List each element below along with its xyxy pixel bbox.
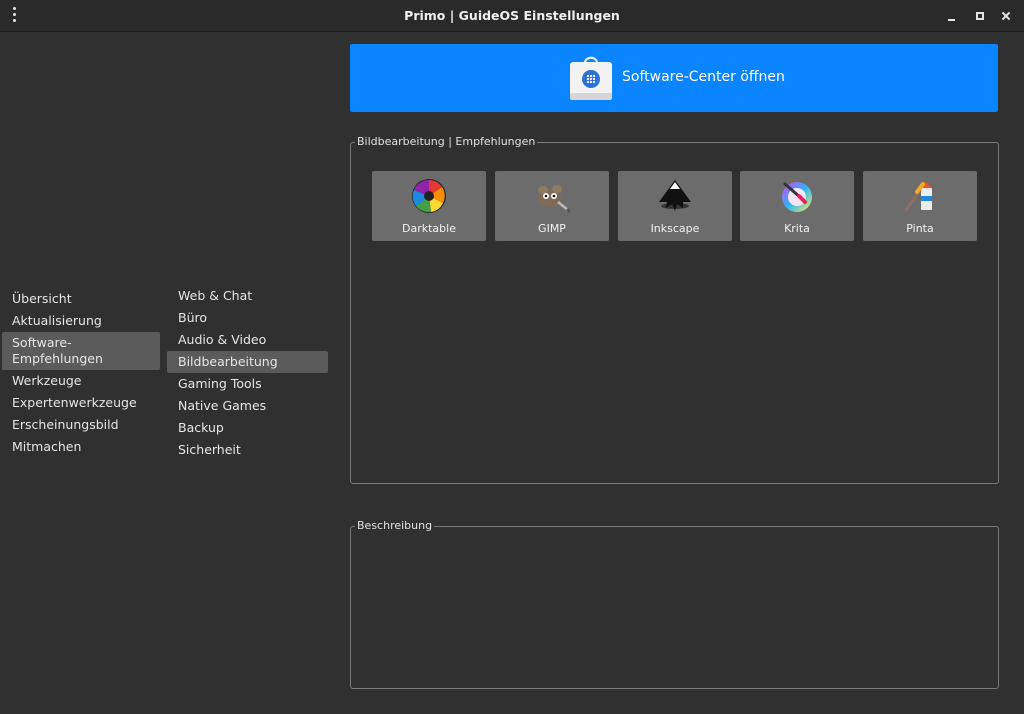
- app-label: Darktable: [402, 222, 456, 235]
- nav-item-werkzeuge[interactable]: Werkzeuge: [2, 370, 160, 392]
- description-legend: Beschreibung: [355, 519, 435, 532]
- category-audio-video[interactable]: Audio & Video: [167, 329, 328, 351]
- nav-item-uebersicht[interactable]: Übersicht: [2, 288, 160, 310]
- category-backup[interactable]: Backup: [167, 417, 328, 439]
- app-button-inkscape[interactable]: Inkscape: [618, 171, 732, 241]
- window-title: Primo | GuideOS Einstellungen: [404, 8, 620, 23]
- app-label: Pinta: [906, 222, 934, 235]
- app-button-pinta[interactable]: Pinta: [863, 171, 977, 241]
- app-button-gimp[interactable]: GIMP: [495, 171, 609, 241]
- software-center-label: Software-Center öffnen: [622, 69, 785, 85]
- category-navigation: Web & Chat Büro Audio & Video Bildbearbe…: [167, 285, 328, 461]
- software-center-button[interactable]: Software-Center öffnen: [350, 44, 998, 112]
- nav-item-mitmachen[interactable]: Mitmachen: [2, 436, 160, 458]
- recommendations-frame: Bildbearbeitung | Empfehlungen Darktable: [350, 135, 999, 484]
- category-buero[interactable]: Büro: [167, 307, 328, 329]
- description-frame: Beschreibung: [350, 519, 999, 689]
- app-label: Inkscape: [650, 222, 700, 235]
- shopping-bag-icon: [570, 56, 612, 100]
- nav-item-expertenwerkzeuge[interactable]: Expertenwerkzeuge: [2, 392, 160, 414]
- app-button-krita[interactable]: Krita: [740, 171, 854, 241]
- category-sicherheit[interactable]: Sicherheit: [167, 439, 328, 461]
- nav-item-software-empfehlungen[interactable]: Software- Empfehlungen: [2, 332, 160, 370]
- nav-item-aktualisierung[interactable]: Aktualisierung: [2, 310, 160, 332]
- app-button-darktable[interactable]: Darktable: [372, 171, 486, 241]
- main-navigation: Übersicht Aktualisierung Software- Empfe…: [0, 288, 162, 458]
- category-web-chat[interactable]: Web & Chat: [167, 285, 328, 307]
- krita-icon: [782, 182, 812, 212]
- minimize-button[interactable]: [944, 8, 960, 24]
- category-gaming-tools[interactable]: Gaming Tools: [167, 373, 328, 395]
- app-label: Krita: [784, 222, 810, 235]
- close-button[interactable]: [998, 8, 1014, 24]
- category-bildbearbeitung[interactable]: Bildbearbeitung: [167, 351, 328, 373]
- recommendations-legend: Bildbearbeitung | Empfehlungen: [355, 135, 538, 148]
- gimp-icon: [538, 185, 571, 213]
- pinta-icon: [904, 182, 932, 212]
- app-label: GIMP: [538, 222, 566, 235]
- darktable-icon: [412, 179, 446, 213]
- category-native-games[interactable]: Native Games: [167, 395, 328, 417]
- inkscape-icon: [659, 180, 691, 211]
- maximize-button[interactable]: [972, 8, 988, 24]
- nav-item-erscheinungsbild[interactable]: Erscheinungsbild: [2, 414, 160, 436]
- title-bar: Primo | GuideOS Einstellungen: [0, 0, 1024, 32]
